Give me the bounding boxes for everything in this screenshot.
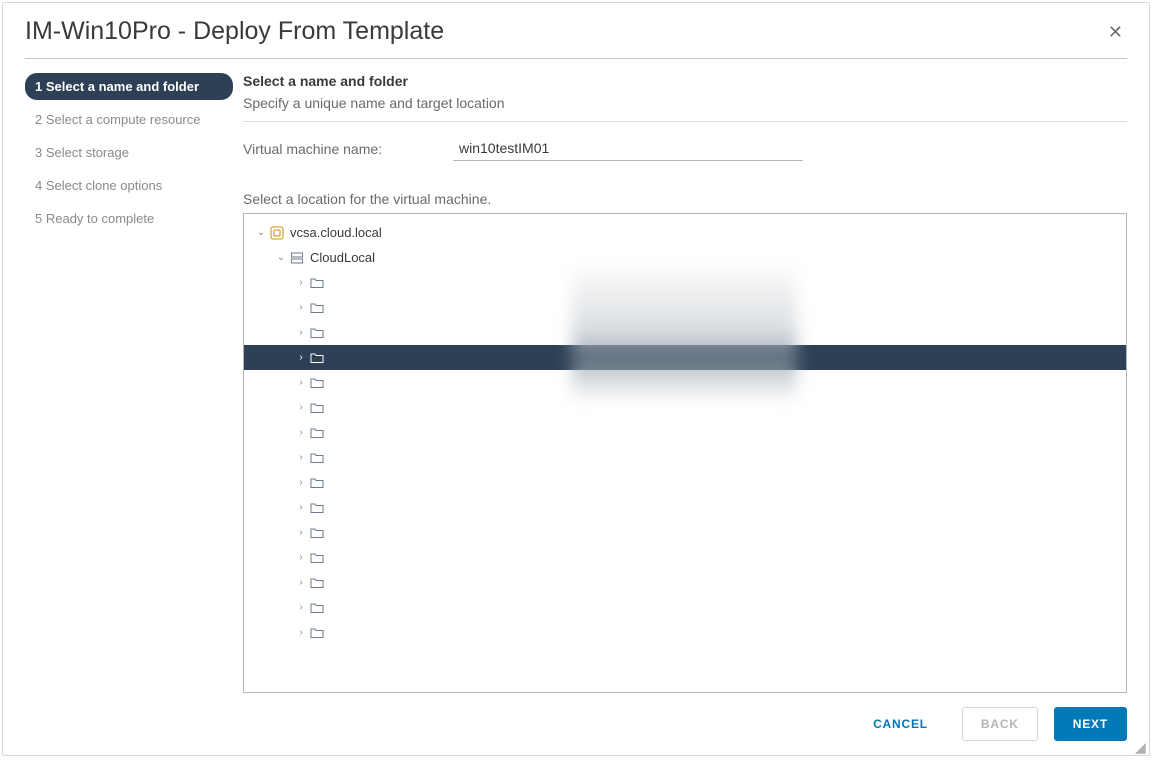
folder-icon	[310, 401, 324, 415]
tree-node-label: vcsa.cloud.local	[290, 225, 382, 240]
folder-icon	[310, 576, 324, 590]
folder-icon	[310, 326, 324, 340]
folder-icon	[310, 526, 324, 540]
chevron-right-icon[interactable]: ›	[294, 477, 308, 488]
vm-name-input[interactable]	[453, 136, 803, 161]
tree-node-folder[interactable]: ›	[244, 345, 1126, 370]
section-subtitle: Specify a unique name and target locatio…	[243, 95, 1127, 111]
step-1-name-folder[interactable]: 1 Select a name and folder	[25, 73, 233, 100]
folder-icon	[310, 451, 324, 465]
tree-node-folder[interactable]: ›	[244, 495, 1126, 520]
folder-icon	[310, 376, 324, 390]
dialog-footer: CANCEL BACK NEXT	[3, 693, 1149, 755]
tree-node-folder[interactable]: ›	[244, 520, 1126, 545]
back-button: BACK	[962, 707, 1038, 741]
folder-icon	[310, 551, 324, 565]
section-title: Select a name and folder	[243, 73, 1127, 89]
step-2-compute-resource[interactable]: 2 Select a compute resource	[25, 106, 233, 133]
folder-icon	[310, 476, 324, 490]
tree-node-folder[interactable]: ›	[244, 295, 1126, 320]
tree-node-label: CloudLocal	[310, 250, 375, 265]
chevron-right-icon[interactable]: ›	[294, 602, 308, 613]
folder-icon	[310, 426, 324, 440]
vcenter-icon	[270, 226, 284, 240]
dialog-header: IM-Win10Pro - Deploy From Template ✕	[3, 3, 1149, 52]
folder-icon	[310, 501, 324, 515]
datacenter-icon	[290, 251, 304, 265]
chevron-right-icon[interactable]: ›	[294, 377, 308, 388]
folder-icon	[310, 276, 324, 290]
folder-icon	[310, 601, 324, 615]
chevron-right-icon[interactable]: ›	[294, 402, 308, 413]
main-panel: Select a name and folder Specify a uniqu…	[243, 73, 1127, 693]
tree-node-folder[interactable]: ›	[244, 420, 1126, 445]
chevron-right-icon[interactable]: ›	[294, 577, 308, 588]
folder-icon	[310, 301, 324, 315]
location-tree[interactable]: ⌄ vcsa.cloud.local ⌄ CloudLocal › › › › › › › ›…	[243, 213, 1127, 693]
step-4-clone-options[interactable]: 4 Select clone options	[25, 172, 233, 199]
chevron-right-icon[interactable]: ›	[294, 452, 308, 463]
chevron-right-icon[interactable]: ›	[294, 277, 308, 288]
step-5-ready[interactable]: 5 Ready to complete	[25, 205, 233, 232]
tree-node-folder[interactable]: ›	[244, 595, 1126, 620]
tree-node-datacenter[interactable]: ⌄ CloudLocal	[244, 245, 1126, 270]
tree-node-vcenter[interactable]: ⌄ vcsa.cloud.local	[244, 220, 1126, 245]
divider	[243, 121, 1127, 122]
chevron-right-icon[interactable]: ›	[294, 352, 308, 363]
chevron-right-icon[interactable]: ›	[294, 327, 308, 338]
tree-node-folder[interactable]: ›	[244, 470, 1126, 495]
step-3-storage[interactable]: 3 Select storage	[25, 139, 233, 166]
tree-instruction: Select a location for the virtual machin…	[243, 191, 1127, 207]
tree-node-folder[interactable]: ›	[244, 445, 1126, 470]
chevron-right-icon[interactable]: ›	[294, 552, 308, 563]
dialog-body: 1 Select a name and folder 2 Select a co…	[3, 59, 1149, 693]
deploy-template-dialog: IM-Win10Pro - Deploy From Template ✕ 1 S…	[2, 2, 1150, 756]
chevron-right-icon[interactable]: ›	[294, 302, 308, 313]
wizard-steps: 1 Select a name and folder 2 Select a co…	[25, 73, 243, 693]
tree-node-folder[interactable]: ›	[244, 270, 1126, 295]
next-button[interactable]: NEXT	[1054, 707, 1127, 741]
close-icon[interactable]: ✕	[1104, 19, 1127, 45]
dialog-title: IM-Win10Pro - Deploy From Template	[25, 17, 444, 46]
vm-name-row: Virtual machine name:	[243, 136, 1127, 161]
folder-icon	[310, 626, 324, 640]
tree-node-folder[interactable]: ›	[244, 395, 1126, 420]
tree-node-folder[interactable]: ›	[244, 620, 1126, 645]
vm-name-label: Virtual machine name:	[243, 141, 453, 157]
chevron-right-icon[interactable]: ›	[294, 427, 308, 438]
chevron-right-icon[interactable]: ›	[294, 502, 308, 513]
cancel-button[interactable]: CANCEL	[855, 708, 946, 740]
tree-node-folder[interactable]: ›	[244, 545, 1126, 570]
chevron-right-icon[interactable]: ›	[294, 627, 308, 638]
folder-icon	[310, 351, 324, 365]
chevron-down-icon[interactable]: ⌄	[274, 252, 288, 263]
chevron-right-icon[interactable]: ›	[294, 527, 308, 538]
tree-node-folder[interactable]: ›	[244, 370, 1126, 395]
tree-node-folder[interactable]: ›	[244, 570, 1126, 595]
tree-node-folder[interactable]: ›	[244, 320, 1126, 345]
chevron-down-icon[interactable]: ⌄	[254, 227, 268, 238]
